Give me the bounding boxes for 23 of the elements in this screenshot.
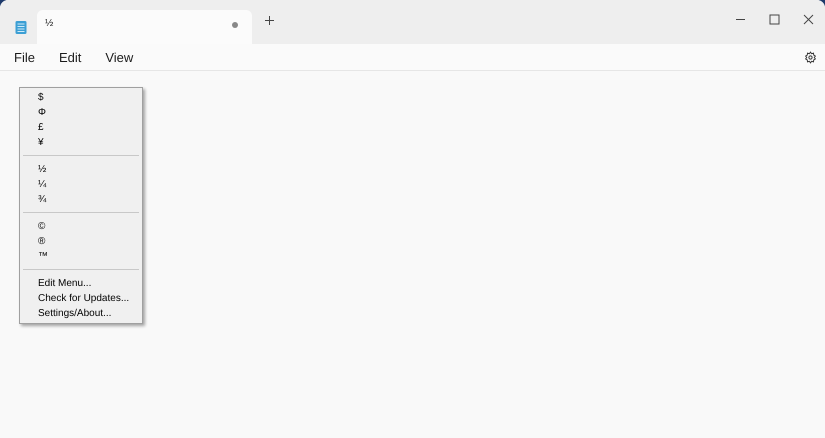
menu-option[interactable]: ½ — [20, 162, 142, 177]
menu-option[interactable]: $ — [20, 90, 142, 105]
menu-option[interactable]: Check for Updates... — [20, 291, 142, 306]
menu-option[interactable]: ¼ — [20, 177, 142, 192]
menu-option[interactable]: Settings/About... — [20, 306, 142, 321]
settings-icon — [804, 50, 817, 64]
plus-icon — [264, 15, 274, 26]
maximize-icon — [768, 14, 780, 24]
menu-option[interactable]: ¥ — [20, 135, 142, 150]
close-icon — [802, 14, 814, 24]
menu-item[interactable]: File — [5, 48, 44, 66]
menu-option[interactable]: Edit Menu... — [20, 276, 142, 291]
menu-item[interactable]: View — [96, 48, 142, 66]
menu-option[interactable]: ® — [20, 234, 142, 249]
document-tab[interactable]: ½ — [37, 10, 252, 44]
menu-option[interactable]: Φ — [20, 105, 142, 120]
notepad-icon — [15, 20, 27, 34]
settings-button[interactable] — [804, 50, 817, 64]
menu-option[interactable]: £ — [20, 120, 142, 135]
menu-item[interactable]: Edit — [50, 48, 90, 66]
menu-option[interactable]: © — [20, 219, 142, 234]
menu-option[interactable]: ¾ — [20, 192, 142, 207]
menu-option[interactable]: ™ — [20, 249, 142, 264]
